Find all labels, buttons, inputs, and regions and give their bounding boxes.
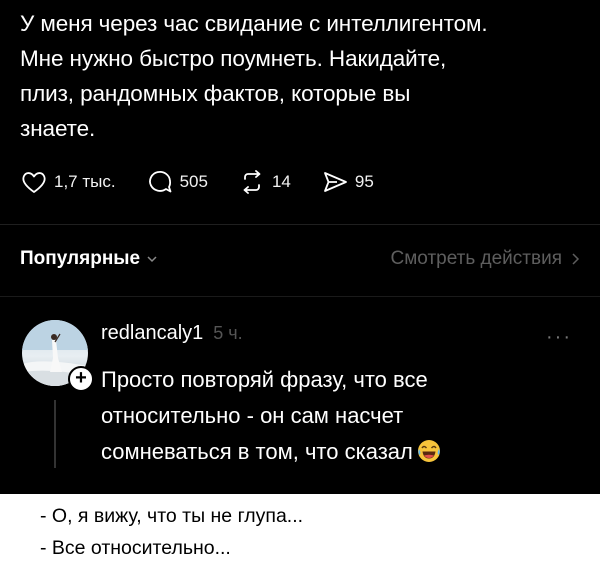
see-actions-label: Смотреть действия xyxy=(390,248,562,269)
post-text: У меня через час свидание с интеллигенто… xyxy=(20,6,580,146)
share-button[interactable]: 95 xyxy=(321,168,374,196)
follow-plus-button[interactable]: + xyxy=(68,366,94,392)
sort-label: Популярные xyxy=(20,248,141,269)
username[interactable]: redlancaly1 xyxy=(101,322,203,345)
sort-dropdown[interactable]: Популярные xyxy=(20,248,158,270)
chevron-right-icon xyxy=(572,253,580,265)
reply-text-line: Просто повторяй фразу, что все xyxy=(101,367,428,392)
more-options-button[interactable]: ··· xyxy=(546,326,572,349)
post: У меня через час свидание с интеллигенто… xyxy=(20,6,580,146)
divider xyxy=(0,224,600,225)
thread-line xyxy=(54,400,56,468)
comment-icon xyxy=(148,170,171,193)
post-actions: 1,7 тыс. 505 14 95 xyxy=(20,166,404,198)
laughing-emoji-icon xyxy=(417,440,440,462)
reply-text-line: относительно - он сам насчет xyxy=(101,403,404,428)
post-text-line: знаете. xyxy=(20,116,96,141)
threads-screen: У меня через час свидание с интеллигенто… xyxy=(0,0,600,573)
repost-icon xyxy=(243,170,261,194)
like-button[interactable]: 1,7 тыс. xyxy=(20,168,116,196)
caption-line: - Все относительно... xyxy=(40,537,231,559)
comment-count: 505 xyxy=(179,172,208,191)
share-icon xyxy=(323,172,347,192)
reply-header: redlancaly1 5 ч. xyxy=(101,322,243,345)
divider xyxy=(0,296,600,297)
replies-filter-bar: Популярные Смотреть действия xyxy=(20,244,580,274)
heart-icon xyxy=(22,172,46,193)
share-count: 95 xyxy=(354,172,374,191)
repost-count: 14 xyxy=(271,172,291,191)
post-text-line: У меня через час свидание с интеллигенто… xyxy=(20,11,488,36)
meme-caption: - О, я вижу, что ты не глупа... - Все от… xyxy=(0,494,600,573)
comment-button[interactable]: 505 xyxy=(146,168,208,196)
timestamp: 5 ч. xyxy=(213,323,243,343)
reply: + redlancaly1 5 ч. ··· Просто повторяй ф… xyxy=(0,300,600,468)
post-text-line: Мне нужно быстро поумнеть. Накидайте, xyxy=(20,46,447,71)
see-actions-link[interactable]: Смотреть действия xyxy=(391,248,580,270)
reply-text: Просто повторяй фразу, что все относител… xyxy=(101,362,521,470)
chevron-down-icon xyxy=(147,256,157,263)
repost-button[interactable]: 14 xyxy=(238,168,291,196)
reply-text-line-content: сомневаться в том, что сказал xyxy=(101,439,413,464)
post-text-line: плиз, рандомных фактов, которые вы xyxy=(20,81,411,106)
like-count: 1,7 тыс. xyxy=(54,172,116,191)
reply-text-line: сомневаться в том, что сказал xyxy=(101,434,521,470)
caption-line: - О, я вижу, что ты не глупа... xyxy=(40,505,304,527)
